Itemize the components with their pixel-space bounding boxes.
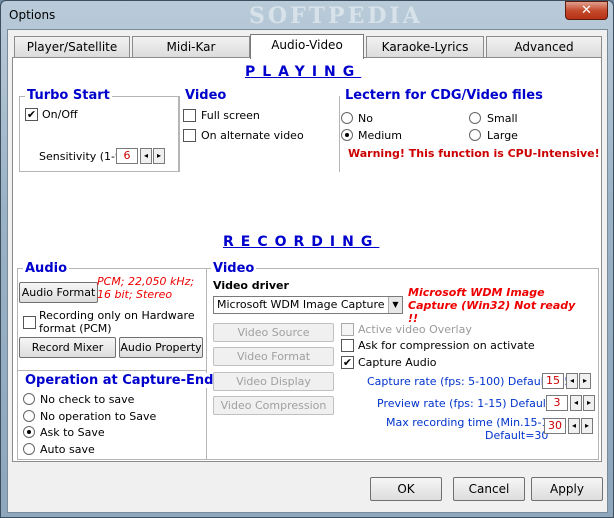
sensitivity-down-arrow[interactable]: ◂ [140,148,152,164]
capture-end-title: Operation at Capture-End [23,373,216,388]
preview-rate-value[interactable]: 3 [546,395,568,411]
lectern-small-radio[interactable] [469,112,481,124]
video-driver-label: Video driver [213,279,289,292]
ok-button[interactable]: OK [370,477,442,501]
hw-format-checkbox[interactable] [23,316,36,329]
driver-status: Microsoft WDM Image Capture (Win32) Not … [408,286,576,325]
preview-rate-label: Preview rate (fps: 1-15) Default=3 [377,397,567,410]
sensitivity-value[interactable]: 6 [116,148,138,164]
video-compression-button[interactable]: Video Compression [213,396,334,415]
audio-property-button[interactable]: Audio Property [119,337,203,358]
video-driver-value: Microsoft WDM Image Capture (Wir [217,298,403,311]
active-overlay-checkbox[interactable] [341,323,354,336]
max-time-down-arrow[interactable]: ◂ [568,418,580,434]
tab-player-satellite[interactable]: Player/Satellite [14,36,130,57]
lectern-large-radio[interactable] [469,129,481,141]
sensitivity-up-arrow[interactable]: ▸ [153,148,165,164]
no-operation-radio[interactable] [23,410,35,422]
no-check-radio[interactable] [23,393,35,405]
lectern-small-label: Small [487,112,518,125]
tab-advanced[interactable]: Advanced [486,36,602,57]
video-format-button[interactable]: Video Format [213,347,334,366]
alternate-video-label: On alternate video [201,129,304,142]
record-mixer-button[interactable]: Record Mixer [19,337,116,358]
active-overlay-label: Active video Overlay [358,323,472,336]
playing-divider-2 [339,96,340,172]
close-button[interactable]: ✕ [565,1,608,20]
cancel-button[interactable]: Cancel [453,477,525,501]
audio-format-button[interactable]: Audio Format [19,282,98,303]
chevron-down-icon[interactable]: ▼ [388,297,402,313]
tab-karaoke-lyrics[interactable]: Karaoke-Lyrics [366,36,484,57]
capture-rate-value[interactable]: 15 [542,373,564,389]
turbo-onoff-label: On/Off [42,108,78,121]
recording-heading: RECORDING [223,234,380,250]
ask-compression-label: Ask for compression on activate [358,339,535,352]
video-display-button[interactable]: Video Display [213,372,334,391]
capture-audio-checkbox[interactable]: ✔ [341,356,354,369]
preview-rate-up-arrow[interactable]: ▸ [583,395,595,411]
options-window: Options SOFTPEDIA ✕ Player/Satellite Mid… [0,0,614,518]
ask-to-save-radio[interactable] [23,426,35,438]
max-time-label-2: Default=30 [485,429,549,442]
max-time-label-1: Max recording time (Min.15-120) [386,416,567,429]
preview-rate-down-arrow[interactable]: ◂ [570,395,582,411]
playing-heading: PLAYING [245,64,362,80]
recording-divider [206,268,207,460]
lectern-title: Lectern for CDG/Video files [343,88,545,103]
playing-divider-1 [179,96,180,172]
video-source-button[interactable]: Video Source [213,323,334,342]
capture-rate-down-arrow[interactable]: ◂ [566,373,578,389]
lectern-no-label: No [358,112,373,125]
max-time-value[interactable]: 30 [544,418,566,434]
fullscreen-label: Full screen [201,109,260,122]
apply-button[interactable]: Apply [531,477,603,501]
sensitivity-label: Sensitivity (1-9) [39,150,127,163]
playing-video-title: Video [183,88,229,103]
audio-title: Audio [23,261,70,276]
video-driver-select[interactable]: Microsoft WDM Image Capture (Wir ▼ [213,296,403,314]
capture-rate-label: Capture rate (fps: 5-100) Default=15 [367,375,572,388]
lectern-medium-label: Medium [358,129,402,142]
recording-video-title: Video [211,261,257,276]
hw-format-label: Recording only on Hardware format (PCM) [39,309,195,335]
softpedia-watermark: SOFTPEDIA [249,3,423,29]
capture-rate-up-arrow[interactable]: ▸ [579,373,591,389]
tab-midi-kar[interactable]: Midi-Kar [132,36,250,57]
audio-section-divider [17,370,206,371]
turbo-onoff-checkbox[interactable]: ✔ [25,108,38,121]
lectern-large-label: Large [487,129,518,142]
no-operation-label: No operation to Save [40,410,157,423]
auto-save-radio[interactable] [23,443,35,455]
cpu-warning: Warning! This function is CPU-Intensive! [348,147,600,160]
alternate-video-checkbox[interactable] [183,129,196,142]
turbo-start-title: Turbo Start [25,88,112,103]
ask-compression-checkbox[interactable] [341,339,354,352]
ask-to-save-label: Ask to Save [40,426,105,439]
lectern-no-radio[interactable] [341,112,353,124]
fullscreen-checkbox[interactable] [183,109,196,122]
lectern-medium-radio[interactable] [341,129,353,141]
audio-video-page: PLAYING Turbo Start ✔ On/Off Sensitivity… [12,57,602,462]
auto-save-label: Auto save [40,443,95,456]
window-title: Options [9,8,56,22]
audio-format-info: PCM; 22,050 kHz; 16 bit; Stereo [97,275,195,301]
tab-audio-video[interactable]: Audio-Video [250,34,364,59]
max-time-up-arrow[interactable]: ▸ [581,418,593,434]
title-bar[interactable]: Options SOFTPEDIA ✕ [1,1,613,29]
no-check-label: No check to save [40,393,135,406]
capture-audio-label: Capture Audio [358,356,437,369]
